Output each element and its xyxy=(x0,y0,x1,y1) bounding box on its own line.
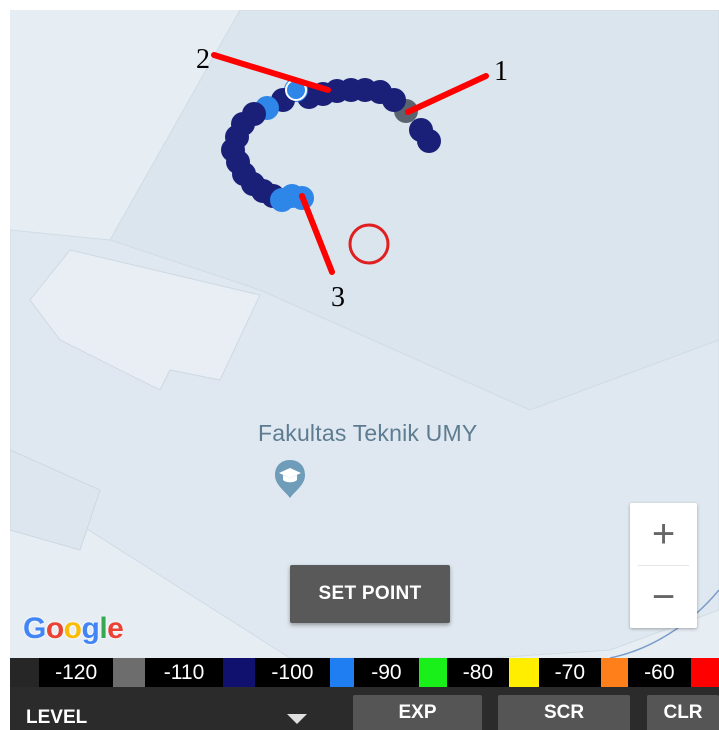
clr-button[interactable]: CLR xyxy=(647,695,719,730)
legend-swatch xyxy=(113,658,146,687)
legend-swatch xyxy=(509,658,540,687)
set-point-button[interactable]: SET POINT xyxy=(290,565,450,623)
exp-button[interactable]: EXP xyxy=(353,695,482,730)
clr-button-label: CLR xyxy=(663,702,703,723)
legend-label: -60 xyxy=(627,658,692,687)
google-logo: Google xyxy=(23,612,124,646)
legend-swatch xyxy=(600,658,628,687)
legend-label: -70 xyxy=(539,658,601,687)
callout-number-1: 1 xyxy=(494,56,508,87)
google-logo-letter: l xyxy=(99,612,108,645)
level-dropdown-label[interactable]: LEVEL xyxy=(26,707,87,729)
poi-label: Fakultas Teknik UMY xyxy=(258,420,478,446)
legend-label: -80 xyxy=(446,658,510,687)
zoom-in-button[interactable]: + xyxy=(630,503,697,565)
bottom-toolbar: LEVEL EXP SCR CLR xyxy=(10,687,719,730)
legend-label: -110 xyxy=(145,658,223,687)
legend-swatch xyxy=(691,658,719,687)
chevron-down-icon[interactable] xyxy=(287,714,307,724)
legend-swatch xyxy=(10,658,39,687)
legend-swatch xyxy=(418,658,447,687)
map-view[interactable]: 1 2 3 Fakultas Teknik UMY + − SET POINT Go… xyxy=(10,10,719,658)
legend-label: -100 xyxy=(254,658,331,687)
google-logo-letter: g xyxy=(81,612,100,645)
google-logo-letter: o xyxy=(45,612,64,645)
scr-button-label: SCR xyxy=(543,702,585,723)
legend-swatch xyxy=(222,658,255,687)
zoom-out-button[interactable]: − xyxy=(630,566,697,628)
signal-point xyxy=(409,118,433,142)
map-background: 1 2 3 xyxy=(10,10,719,658)
legend-swatch xyxy=(330,658,355,687)
callout-number-2: 2 xyxy=(196,44,210,75)
scr-button[interactable]: SCR xyxy=(498,695,630,730)
graduation-cap-icon[interactable] xyxy=(273,458,307,505)
zoom-control: + − xyxy=(630,503,697,628)
google-logo-letter: e xyxy=(107,612,124,645)
exp-button-label: EXP xyxy=(398,702,437,723)
legend-label: -90 xyxy=(354,658,419,687)
google-logo-letter: G xyxy=(23,612,46,645)
signal-legend: -120 -110 -100 -90 -80 -70 -60 xyxy=(10,658,719,687)
google-logo-letter: o xyxy=(63,612,82,645)
callout-number-3: 3 xyxy=(331,282,345,313)
legend-label: -120 xyxy=(38,658,114,687)
